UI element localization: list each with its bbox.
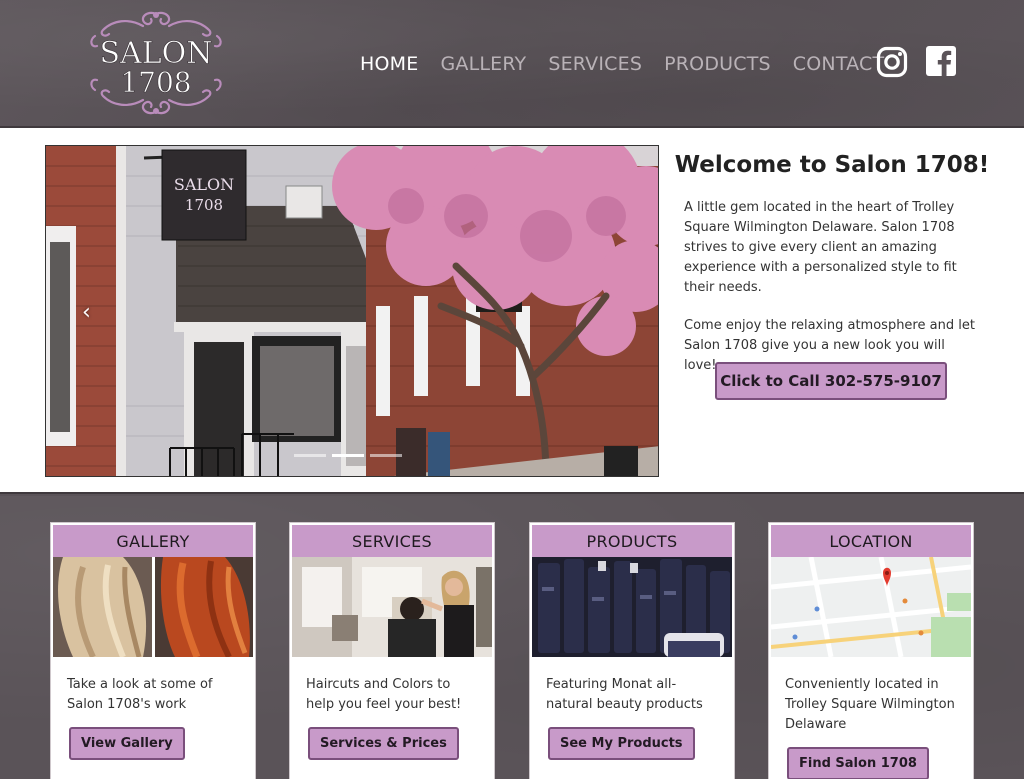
- card-products: PRODUCTS Featuring Monat all-natural bea…: [529, 522, 735, 779]
- welcome-text: Welcome to Salon 1708! A little gem loca…: [675, 152, 990, 376]
- click-to-call-button[interactable]: Click to Call 302-575-9107: [715, 362, 947, 400]
- card-description: Take a look at some of Salon 1708's work: [67, 677, 213, 712]
- card-gallery: GALLERY Take a look at some of Salon 170…: [50, 522, 256, 779]
- view-gallery-button[interactable]: View Gallery: [69, 727, 185, 760]
- logo-line2: 1708: [120, 66, 191, 99]
- image-slider[interactable]: SALON 1708 ‹: [45, 145, 659, 477]
- slider-dot[interactable]: [294, 454, 326, 457]
- facebook-icon[interactable]: [926, 46, 956, 81]
- sign-line1: SALON: [174, 175, 234, 194]
- site-header: SALON 1708 HOME GALLERY SERVICES PRODUCT…: [0, 0, 1024, 128]
- nav-services[interactable]: SERVICES: [548, 53, 642, 75]
- feature-cards: GALLERY Take a look at some of Salon 170…: [0, 496, 1024, 779]
- welcome-paragraph-1: A little gem located in the heart of Tro…: [684, 200, 957, 295]
- nav-home[interactable]: HOME: [360, 53, 418, 75]
- welcome-title: Welcome to Salon 1708!: [674, 152, 990, 178]
- services-prices-button[interactable]: Services & Prices: [308, 727, 459, 760]
- storefront-photo: SALON 1708: [46, 146, 658, 476]
- location-map[interactable]: [771, 557, 971, 657]
- card-title: GALLERY: [53, 525, 253, 557]
- card-location: LOCATION Conveniently located in Trolley…: [768, 522, 974, 779]
- welcome-section: SALON 1708 ‹ Welcome to Salon 1708! A li…: [0, 128, 1024, 494]
- slider-dot-active[interactable]: [332, 454, 364, 457]
- salon-logo[interactable]: SALON 1708: [85, 8, 227, 120]
- nav-products[interactable]: PRODUCTS: [664, 53, 771, 75]
- nav-contact[interactable]: CONTACT: [793, 53, 885, 75]
- card-description: Featuring Monat all-natural beauty produ…: [546, 677, 703, 712]
- card-title: SERVICES: [292, 525, 492, 557]
- slider-prev-arrow[interactable]: ‹: [82, 300, 91, 325]
- card-description: Haircuts and Colors to help you feel you…: [306, 677, 462, 712]
- card-title: LOCATION: [771, 525, 971, 557]
- instagram-icon[interactable]: [876, 46, 908, 83]
- card-services: SERVICES Haircuts and Colors to help you…: [289, 522, 495, 779]
- main-nav: HOME GALLERY SERVICES PRODUCTS CONTACT: [360, 50, 906, 78]
- find-salon-button[interactable]: Find Salon 1708: [787, 747, 929, 779]
- gallery-image: [53, 557, 253, 657]
- logo-ornament: SALON 1708: [90, 11, 222, 115]
- card-description: Conveniently located in Trolley Square W…: [785, 677, 955, 732]
- sign-line2: 1708: [185, 196, 223, 214]
- nav-gallery[interactable]: GALLERY: [440, 53, 526, 75]
- card-title: PRODUCTS: [532, 525, 732, 557]
- slider-dot[interactable]: [370, 454, 402, 457]
- slider-indicators: [294, 454, 402, 457]
- see-products-button[interactable]: See My Products: [548, 727, 695, 760]
- services-image: [292, 557, 492, 657]
- products-image: [532, 557, 732, 657]
